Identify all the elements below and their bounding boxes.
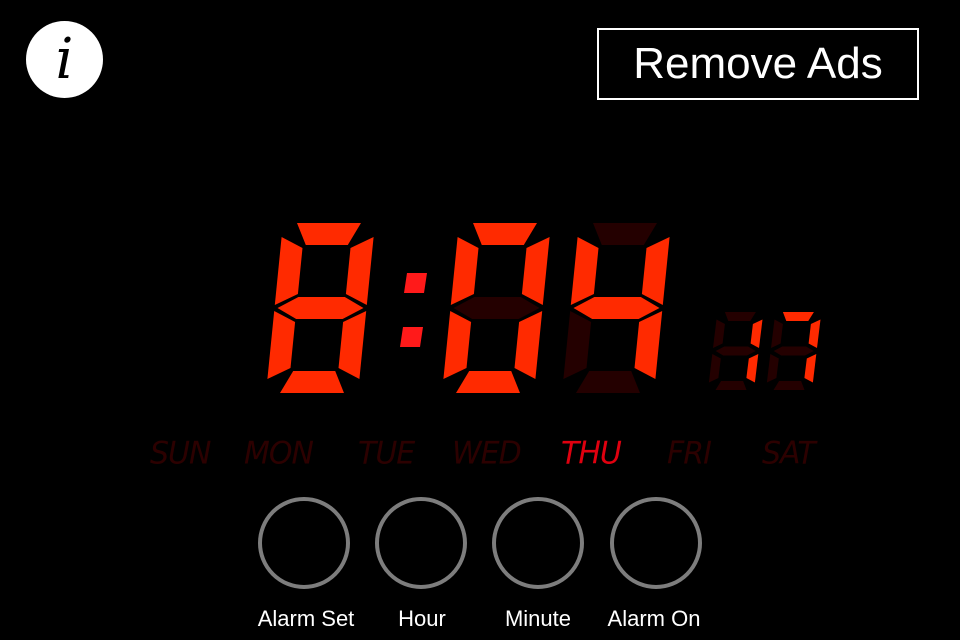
segment-b (345, 237, 374, 305)
segment-f (771, 319, 783, 348)
segment-e (443, 311, 472, 379)
segment-c (514, 311, 543, 379)
seconds-tens-digit (708, 312, 763, 390)
segment-g (277, 297, 364, 319)
hour-digit (267, 223, 374, 393)
segment-a (297, 223, 361, 245)
segment-a (593, 223, 657, 245)
day-tue: TUE (358, 435, 415, 472)
segment-e (708, 354, 721, 383)
segment-a (473, 223, 537, 245)
day-mon: MON (244, 435, 314, 472)
segment-c (634, 311, 663, 379)
segment-b (521, 237, 550, 305)
segment-d (456, 371, 520, 393)
minute-label: Minute (504, 606, 572, 631)
segment-c (804, 354, 817, 383)
alarm-set-button[interactable] (258, 497, 350, 589)
segment-d (773, 381, 805, 390)
segment-g (773, 346, 814, 356)
segment-f (274, 237, 303, 305)
segment-g (453, 297, 540, 319)
day-fri: FRI (667, 435, 712, 472)
day-thu: THU (561, 435, 622, 472)
digital-clock-display (267, 223, 821, 393)
weekday-indicator: SUN MON TUE WED THU FRI SAT (0, 435, 960, 476)
segment-b (808, 319, 821, 348)
segment-f (570, 237, 599, 305)
alarm-set-label: Alarm Set (257, 606, 355, 631)
colon-bottom-dot (400, 327, 423, 347)
segment-d (715, 381, 747, 390)
minute-button[interactable] (492, 497, 584, 589)
colon-top-dot (404, 273, 427, 293)
minute-ones-digit (563, 223, 670, 393)
day-sun: SUN (150, 435, 211, 472)
hour-label: Hour (398, 606, 446, 631)
segment-e (563, 311, 592, 379)
segment-f (713, 319, 725, 348)
segment-a (724, 312, 756, 321)
alarm-on-button[interactable] (610, 497, 702, 589)
hour-button[interactable] (375, 497, 467, 589)
segment-g (715, 346, 756, 356)
seconds-ones-digit (766, 312, 821, 390)
alarm-on-label: Alarm On (607, 606, 701, 631)
segment-d (576, 371, 640, 393)
segment-e (766, 354, 779, 383)
segment-b (750, 319, 763, 348)
segment-c (746, 354, 759, 383)
day-wed: WED (452, 435, 522, 472)
segment-b (641, 237, 670, 305)
segment-d (280, 371, 344, 393)
segment-f (450, 237, 479, 305)
day-sat: SAT (762, 435, 816, 472)
segment-a (782, 312, 814, 321)
segment-e (267, 311, 296, 379)
segment-g (573, 297, 660, 319)
segment-c (338, 311, 367, 379)
minute-tens-digit (443, 223, 550, 393)
